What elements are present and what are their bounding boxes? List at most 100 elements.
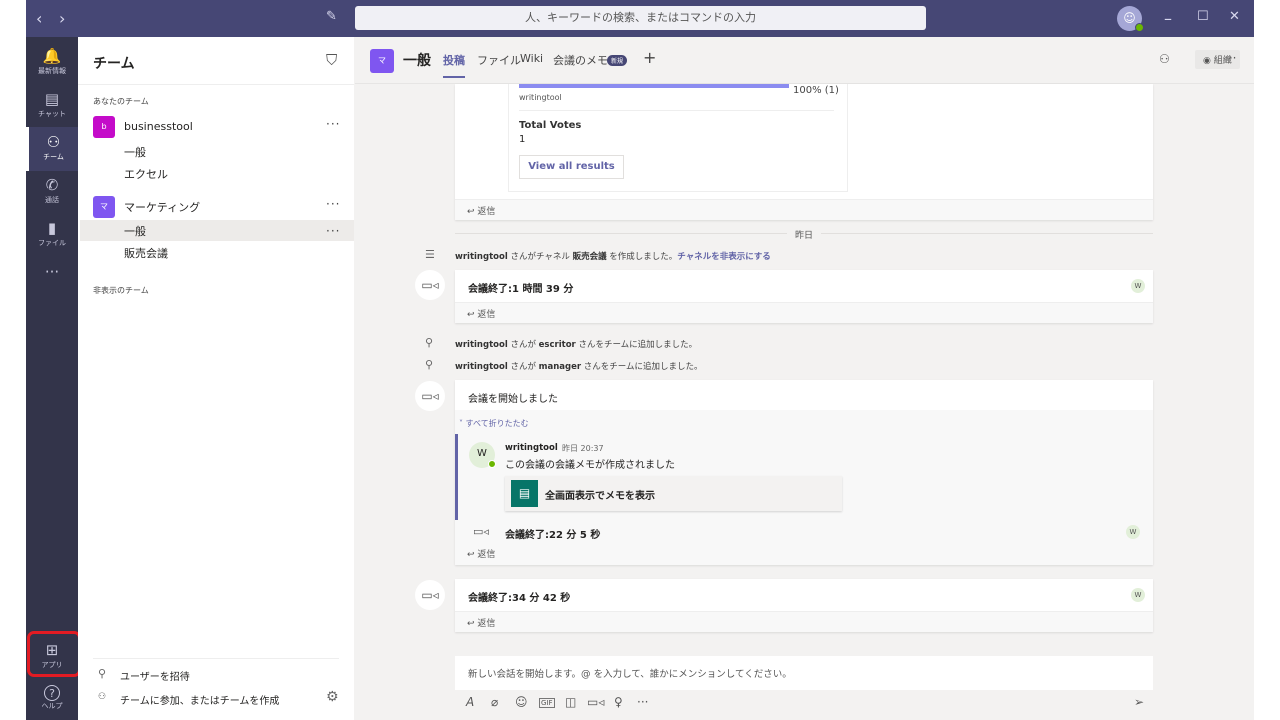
team-avatar: マ <box>93 196 115 218</box>
section-hidden-teams: 非表示のチーム <box>93 286 149 295</box>
collapse-label: すべて折りたたむ <box>465 419 529 428</box>
invite-users-link[interactable]: ユーザーを招待 <box>120 668 190 683</box>
reply-area: ↩ 返信 <box>455 611 1153 632</box>
total-votes-label: Total Votes <box>519 120 582 131</box>
user-name: writingtool <box>455 340 508 350</box>
collapse-all-link[interactable]: ˅ すべて折りたたむ <box>459 418 529 429</box>
tab-meeting-notes[interactable]: 会議のメモ <box>553 52 608 68</box>
close-button[interactable]: ✕ <box>1229 9 1240 24</box>
rail-more[interactable]: ··· <box>26 257 78 301</box>
tab-posts[interactable]: 投稿 <box>443 52 465 78</box>
poll-progress-track <box>519 84 789 88</box>
teams-icon: ⚇ <box>46 133 61 151</box>
status-available-icon <box>1135 23 1144 32</box>
avatar[interactable]: W <box>469 442 496 468</box>
gear-icon[interactable]: ⚙ <box>326 689 339 705</box>
tab-wiki[interactable]: Wiki <box>520 52 543 65</box>
join-create-team-link[interactable]: チームに参加、またはチームを作成 <box>120 692 279 707</box>
send-icon[interactable]: ➢ <box>1134 695 1144 709</box>
rail-calls[interactable]: ✆ 通話 <box>26 170 78 214</box>
system-message: writingtool さんが manager さんをチームに追加しました。 <box>455 360 703 372</box>
gif-icon[interactable]: GIF <box>539 698 555 708</box>
view-all-results-button[interactable]: View all results <box>519 155 624 179</box>
system-message: writingtool さんが escritor さんをチームに追加しました。 <box>455 338 697 350</box>
minimize-button[interactable]: – <box>1164 9 1172 28</box>
video-camera-icon: ▭◃ <box>415 270 445 300</box>
rail-activity[interactable]: 🔔 最新情報 <box>26 41 78 85</box>
video-camera-icon: ▭◃ <box>415 381 445 411</box>
more-options-icon[interactable]: ··· <box>326 224 340 238</box>
reply-button[interactable]: ↩ 返信 <box>467 616 495 629</box>
reply-button[interactable]: ↩ 返信 <box>467 307 495 320</box>
team-members-icon[interactable]: ⚇ <box>1159 52 1170 66</box>
team-name[interactable]: マーケティング <box>124 199 200 215</box>
channel-item[interactable]: 一般 <box>124 144 146 160</box>
tab-files[interactable]: ファイル <box>477 52 521 68</box>
compose-icon[interactable]: ✎ <box>326 9 337 24</box>
format-icon[interactable]: A <box>466 695 474 709</box>
attach-icon[interactable]: ⌀ <box>491 695 498 709</box>
emoji-icon[interactable]: ☺ <box>515 695 528 709</box>
add-person-icon: ⚲ <box>425 358 434 371</box>
reply-area: ↩ 返信 <box>455 302 1153 323</box>
chat-icon: ▤ <box>44 90 60 108</box>
rail-teams[interactable]: ⚇ チーム <box>26 127 78 171</box>
user-name: escritor <box>538 340 576 350</box>
maximize-button[interactable]: ☐ <box>1197 9 1209 24</box>
more-options-icon[interactable]: ··· <box>326 117 340 131</box>
user-name: writingtool <box>455 362 508 372</box>
channel-title: 一般 <box>403 53 431 69</box>
channel-item[interactable]: 一般 <box>124 223 146 239</box>
join-team-icon: ⚇ <box>98 692 107 702</box>
add-person-icon: ⚲ <box>425 336 434 349</box>
meeting-ended: 会議終了:22 分 5 秒 <box>505 530 601 541</box>
search-input[interactable]: 人、キーワードの検索、またはコマンドの入力 <box>355 6 926 30</box>
more-options-icon[interactable]: ··· <box>637 695 648 709</box>
sticker-icon[interactable]: ◫ <box>565 695 576 709</box>
invite-icon: ⚲ <box>98 667 107 680</box>
file-icon: ▮ <box>47 219 57 237</box>
more-options-icon[interactable]: ··· <box>326 197 340 211</box>
hide-channel-link[interactable]: チャネルを非表示にする <box>677 252 771 262</box>
reply-label: 返信 <box>477 619 496 629</box>
channel-item[interactable]: エクセル <box>124 166 168 182</box>
rail-help[interactable]: ? ヘルプ <box>26 680 78 720</box>
eye-icon: ◉ <box>1203 56 1214 66</box>
participant-badge: W <box>1131 588 1145 602</box>
rail-label: 通話 <box>45 196 59 204</box>
poll-progress-fill <box>519 84 789 88</box>
reply-button[interactable]: ↩ 返信 <box>467 204 495 217</box>
meet-now-icon[interactable]: ▭◃ <box>587 695 604 709</box>
avatar[interactable]: ☺ <box>1117 6 1144 32</box>
forward-button[interactable]: › <box>59 9 65 28</box>
section-your-teams: あなたのチーム <box>93 97 149 106</box>
text: さんがチャネル <box>510 252 570 262</box>
reply-button[interactable]: ↩ 返信 <box>467 547 495 560</box>
rail-files[interactable]: ▮ ファイル <box>26 213 78 257</box>
text: を作成しました。 <box>609 252 678 262</box>
back-button[interactable]: ‹ <box>36 9 42 28</box>
message-text: この会議の会議メモが作成されました <box>505 460 675 471</box>
meeting-title: 会議を開始しました <box>468 394 558 405</box>
filter-icon[interactable]: ⛉ <box>326 51 337 69</box>
compose-input[interactable]: 新しい会話を開始します。@ を入力して、誰かにメンションしてください。 <box>455 656 1153 690</box>
add-tab-button[interactable]: + <box>643 48 656 67</box>
video-camera-icon: ▭◃ <box>473 525 489 538</box>
divider <box>93 658 339 659</box>
status-available-icon <box>488 460 496 468</box>
app-bar: 🔔 最新情報 ▤ チャット ⚇ チーム ✆ 通話 ▮ ファイル ··· ⊞ アプリ ? ヘルプ <box>26 37 81 720</box>
help-icon: ? <box>44 685 60 701</box>
view-notes-button[interactable]: ▤ 全画面表示でメモを表示 <box>505 476 842 511</box>
team-name[interactable]: businesstool <box>124 120 193 133</box>
channel-item[interactable]: 販売会議 <box>124 245 168 261</box>
divider <box>78 84 354 85</box>
praise-icon[interactable]: ♀ <box>614 695 623 709</box>
poll-card: 100% (1) writingtool Total Votes 1 View … <box>508 84 848 192</box>
channel-item-selected[interactable] <box>80 220 354 241</box>
total-votes-value: 1 <box>519 134 526 145</box>
divider <box>519 110 834 111</box>
rail-chat[interactable]: ▤ チャット <box>26 84 78 128</box>
more-options-icon[interactable]: ··· <box>1225 51 1236 65</box>
thread-bar <box>455 434 458 520</box>
teams-list-pane: チーム ⛉ あなたのチーム b businesstool ··· 一般 エクセル… <box>78 37 354 720</box>
